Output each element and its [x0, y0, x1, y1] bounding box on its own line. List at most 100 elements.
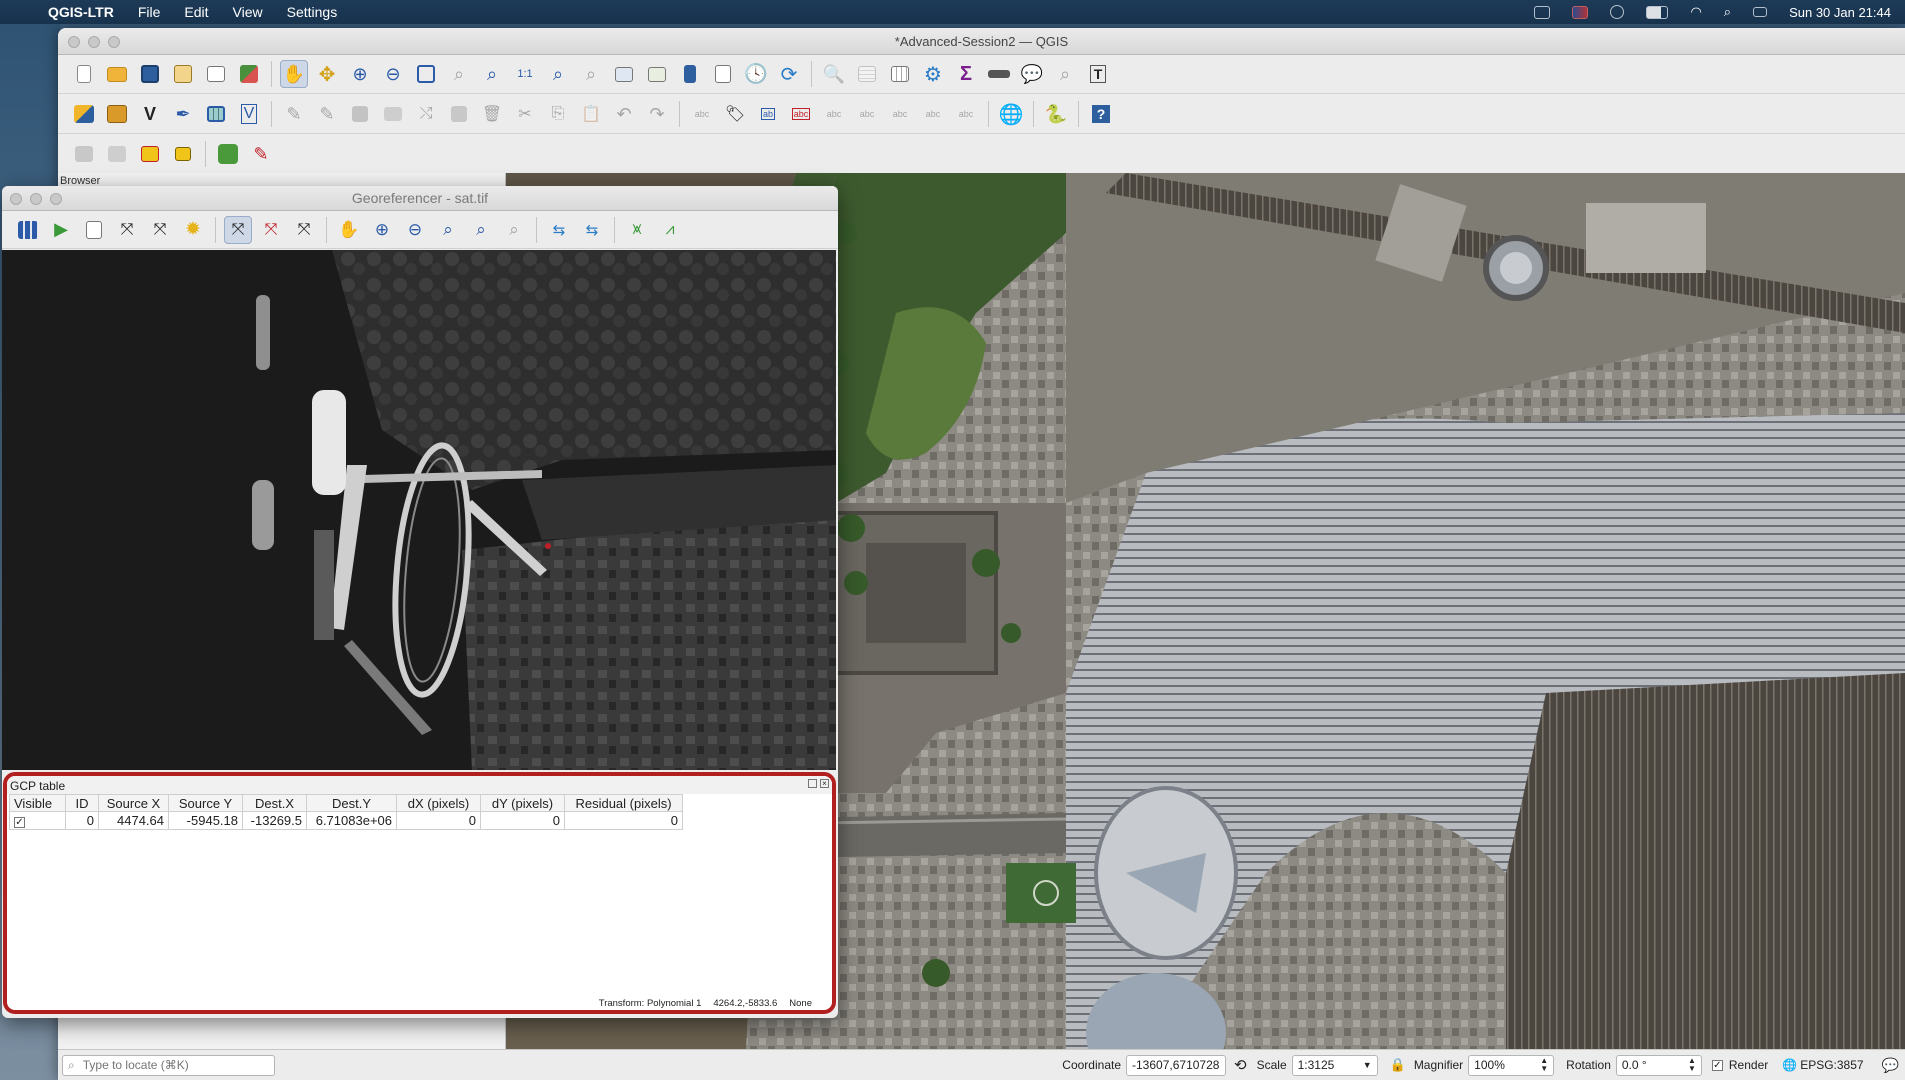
- start-georeferencing-button[interactable]: ▶: [47, 216, 75, 244]
- minimize-window-button[interactable]: [88, 36, 100, 48]
- paste-features-button[interactable]: 📋: [577, 100, 605, 128]
- app-menu[interactable]: QGIS-LTR: [46, 4, 126, 20]
- processing-toolbox-button[interactable]: ⚙: [919, 60, 947, 88]
- georef-minimize-button[interactable]: [30, 193, 42, 205]
- open-project-button[interactable]: [103, 60, 131, 88]
- render-checkbox[interactable]: ✓: [1711, 1059, 1723, 1071]
- add-vector-layer-button[interactable]: V: [136, 100, 164, 128]
- crs-label[interactable]: EPSG:3857: [1800, 1058, 1863, 1072]
- close-dock-icon[interactable]: ×: [820, 779, 829, 788]
- residual-cell[interactable]: 0: [564, 811, 683, 830]
- new-map-view-button[interactable]: [610, 60, 638, 88]
- highlight-pinned-labels-button[interactable]: abc: [820, 100, 848, 128]
- select-features-button[interactable]: [70, 140, 98, 168]
- column-header-source-x[interactable]: Source X: [98, 794, 169, 812]
- undo-button[interactable]: ↶: [610, 100, 638, 128]
- load-gcp-points-button[interactable]: ⤧: [113, 216, 141, 244]
- table-row[interactable]: ✓ 0 4474.64 -5945.18 -13269.5 6.71083e+0…: [9, 811, 683, 830]
- column-header-dest-y[interactable]: Dest.Y: [306, 794, 397, 812]
- change-label-button[interactable]: abc: [952, 100, 980, 128]
- filter-selection-button[interactable]: [169, 140, 197, 168]
- rotation-spinbox[interactable]: 0.0 ° ▲ ▼: [1615, 1054, 1702, 1076]
- style-manager-button[interactable]: [235, 60, 263, 88]
- magnifier-spinbox[interactable]: 100% ▲ ▼: [1468, 1054, 1555, 1076]
- link-georeferencer-to-qgis-button[interactable]: ⇆: [545, 216, 573, 244]
- layer-labeling-options-button[interactable]: ab: [754, 100, 782, 128]
- new-bookmark-button[interactable]: [676, 60, 704, 88]
- dx-cell[interactable]: 0: [396, 811, 481, 830]
- close-window-button[interactable]: [68, 36, 80, 48]
- ruler-compass-button[interactable]: ✎: [247, 140, 275, 168]
- battery-icon[interactable]: [1646, 5, 1669, 19]
- georef-zoom-last-button[interactable]: ⌕: [467, 216, 495, 244]
- layer-diagram-options-button[interactable]: abc: [787, 100, 815, 128]
- dest-y-cell[interactable]: 6.71083e+06: [306, 811, 397, 830]
- control-center-icon[interactable]: [1753, 7, 1768, 17]
- menu-settings[interactable]: Settings: [275, 4, 350, 20]
- field-calculator-button[interactable]: [886, 60, 914, 88]
- locator-search-button[interactable]: [214, 140, 242, 168]
- menubar-clock[interactable]: Sun 30 Jan 21:44: [1789, 5, 1891, 20]
- pan-to-selection-button[interactable]: ✥: [313, 60, 341, 88]
- delete-selected-button[interactable]: 🗑: [478, 100, 506, 128]
- current-edits-button[interactable]: ✎: [280, 100, 308, 128]
- data-source-manager-button[interactable]: [70, 100, 98, 128]
- cut-features-button[interactable]: ✂: [511, 100, 539, 128]
- visible-cell[interactable]: ✓: [9, 811, 66, 830]
- zoom-last-button[interactable]: ⌕: [544, 60, 572, 88]
- column-header-id[interactable]: ID: [65, 794, 99, 812]
- show-bookmarks-button[interactable]: [709, 60, 737, 88]
- label-pin-button[interactable]: 🏷: [721, 100, 749, 128]
- id-cell[interactable]: 0: [65, 811, 99, 830]
- locator-search-field[interactable]: ⌕: [62, 1054, 275, 1076]
- map-tips-button[interactable]: 💬: [1018, 60, 1046, 88]
- help-contents-button[interactable]: ?: [1087, 100, 1115, 128]
- select-by-value-button[interactable]: [103, 140, 131, 168]
- georeferencer-titlebar[interactable]: Georeferencer - sat.tif: [2, 186, 838, 211]
- locator-search-input[interactable]: [80, 1057, 251, 1073]
- open-attribute-table-button[interactable]: [853, 60, 881, 88]
- coordinate-field[interactable]: -13607,6710728: [1126, 1054, 1227, 1076]
- toggle-extents-icon[interactable]: ⟲: [1234, 1056, 1247, 1074]
- zoom-to-layer-button[interactable]: ⌕: [478, 60, 506, 88]
- label-toolbar-button[interactable]: abc: [688, 100, 716, 128]
- georef-zoom-in-button[interactable]: ⊕: [368, 216, 396, 244]
- georef-zoom-layer-button[interactable]: ⌕: [434, 216, 462, 244]
- column-header-dest-x[interactable]: Dest.X: [242, 794, 307, 812]
- zoom-full-button[interactable]: [412, 60, 440, 88]
- screen-mirroring-icon[interactable]: [1534, 5, 1551, 19]
- text-annotation-button[interactable]: T: [1084, 60, 1112, 88]
- open-raster-button[interactable]: [14, 216, 42, 244]
- link-qgis-to-georeferencer-button[interactable]: ⇆: [578, 216, 606, 244]
- temporal-controller-button[interactable]: 🕓: [742, 60, 770, 88]
- refresh-button[interactable]: ⟳: [775, 60, 803, 88]
- visible-checkbox[interactable]: ✓: [14, 817, 25, 828]
- python-console-button[interactable]: 🐍: [1042, 100, 1070, 128]
- georef-zoom-out-button[interactable]: ⊖: [401, 216, 429, 244]
- vertex-tool-button[interactable]: ⤭: [412, 100, 440, 128]
- move-gcp-point-button[interactable]: ⤧: [290, 216, 318, 244]
- dy-cell[interactable]: 0: [480, 811, 565, 830]
- column-header-dx[interactable]: dX (pixels): [396, 794, 481, 812]
- georef-zoom-next-button[interactable]: ⌕: [500, 216, 528, 244]
- add-virtual-layer-button[interactable]: V: [235, 100, 263, 128]
- column-header-source-y[interactable]: Source Y: [168, 794, 243, 812]
- source-x-cell[interactable]: 4474.64: [98, 811, 169, 830]
- spotlight-search-icon[interactable]: ⌕: [1724, 4, 1731, 20]
- add-raster-layer-button[interactable]: [202, 100, 230, 128]
- input-source-flag-icon[interactable]: [1572, 5, 1589, 19]
- media-play-icon[interactable]: [1610, 5, 1625, 19]
- save-layer-edits-button[interactable]: [346, 100, 374, 128]
- toggle-label-display-button[interactable]: abc: [853, 100, 881, 128]
- copy-features-button[interactable]: ⎘: [544, 100, 572, 128]
- move-label-button[interactable]: abc: [886, 100, 914, 128]
- save-gcp-points-button[interactable]: ⤧: [146, 216, 174, 244]
- column-header-residual[interactable]: Residual (pixels): [564, 794, 683, 812]
- add-delimited-text-button[interactable]: ✒: [169, 100, 197, 128]
- zoom-to-selection-button[interactable]: ⌕: [445, 60, 473, 88]
- menu-file[interactable]: File: [126, 4, 173, 20]
- measure-line-button[interactable]: [985, 60, 1013, 88]
- zoom-out-button[interactable]: ⊖: [379, 60, 407, 88]
- delete-point-button[interactable]: ⤧: [257, 216, 285, 244]
- toggle-editing-button[interactable]: ✎: [313, 100, 341, 128]
